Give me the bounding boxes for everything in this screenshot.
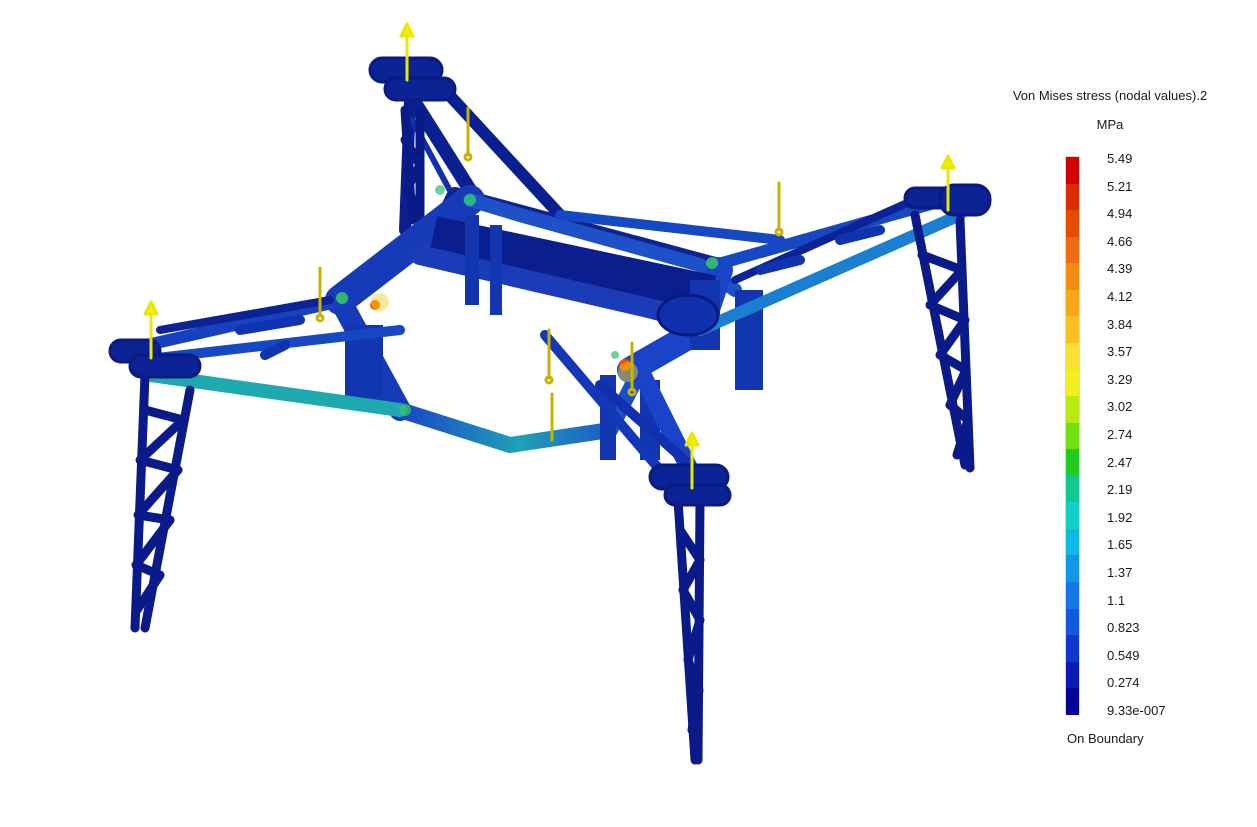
legend-tick-label: 4.39 (1107, 261, 1133, 277)
legend-tick-label: 5.49 (1107, 151, 1133, 166)
color-scale-segment (1066, 342, 1079, 370)
legend-tick-label: 2.19 (1107, 482, 1133, 498)
color-scale-segment (1066, 316, 1079, 343)
color-scale-segment (1066, 183, 1079, 211)
color-scale-segment (1066, 555, 1079, 582)
legend-tick-label: 4.12 (1107, 289, 1133, 304)
force-down-arrow (774, 181, 784, 237)
color-scale-segment (1066, 422, 1079, 450)
color-scale-segment (1066, 369, 1079, 397)
color-scale-segment (1066, 688, 1079, 715)
legend-tick-label: 1.65 (1107, 537, 1133, 553)
legend-tick-label: 3.84 (1107, 316, 1133, 332)
legend-tick-label: 0.823 (1107, 620, 1140, 636)
color-scale-segment (1066, 157, 1079, 184)
legend-tick-label: 4.66 (1107, 233, 1133, 249)
color-scale-segment (1066, 582, 1079, 609)
color-scale-bar (1065, 156, 1080, 715)
legend-tick-label: 3.02 (1107, 399, 1133, 415)
legend-tick-label: 1.1 (1107, 592, 1126, 608)
color-scale-segment (1066, 263, 1079, 290)
color-scale-segment (1066, 661, 1079, 689)
color-scale-segment (1066, 528, 1079, 556)
legend-tick-label: 0.549 (1107, 647, 1140, 663)
color-scale-segment (1066, 502, 1079, 529)
legend-tick-label: 1.92 (1107, 509, 1133, 525)
legend-tick-label: 0.274 (1107, 675, 1140, 691)
legend-title: Von Mises stress (nodal values).2 (1012, 88, 1208, 103)
force-down-arrow (315, 266, 325, 323)
leg-right (910, 210, 975, 473)
color-scale-segment (1066, 210, 1079, 237)
color-scale-segment (1066, 396, 1079, 423)
legend-tick-label: 3.29 (1107, 371, 1133, 387)
legend-tick-label: 2.47 (1107, 454, 1133, 470)
legend-tick-label: 9.33e-007 (1107, 703, 1166, 718)
legend-unit: MPa (1096, 117, 1124, 132)
legend-tick-label: 3.57 (1107, 344, 1133, 360)
color-scale-segment (1066, 449, 1079, 476)
frame-model (108, 22, 992, 765)
legend-footer: On Boundary (1067, 731, 1144, 746)
legend-tick-label: 4.94 (1107, 206, 1133, 222)
stress-legend[interactable]: Von Mises stress (nodal values).2 MPa 5.… (990, 80, 1240, 760)
color-scale-segment (1066, 475, 1079, 503)
legend-tick-label: 2.74 (1107, 427, 1133, 442)
leg-front (673, 495, 705, 765)
color-scale-segment (1066, 635, 1079, 662)
color-scale-segment (1066, 608, 1079, 636)
legend-tick-label: 1.37 (1107, 565, 1133, 580)
color-scale-segment (1066, 236, 1079, 264)
leg-left (130, 370, 195, 633)
legend-tick-label: 5.21 (1107, 178, 1133, 194)
color-scale-segment (1066, 289, 1079, 317)
